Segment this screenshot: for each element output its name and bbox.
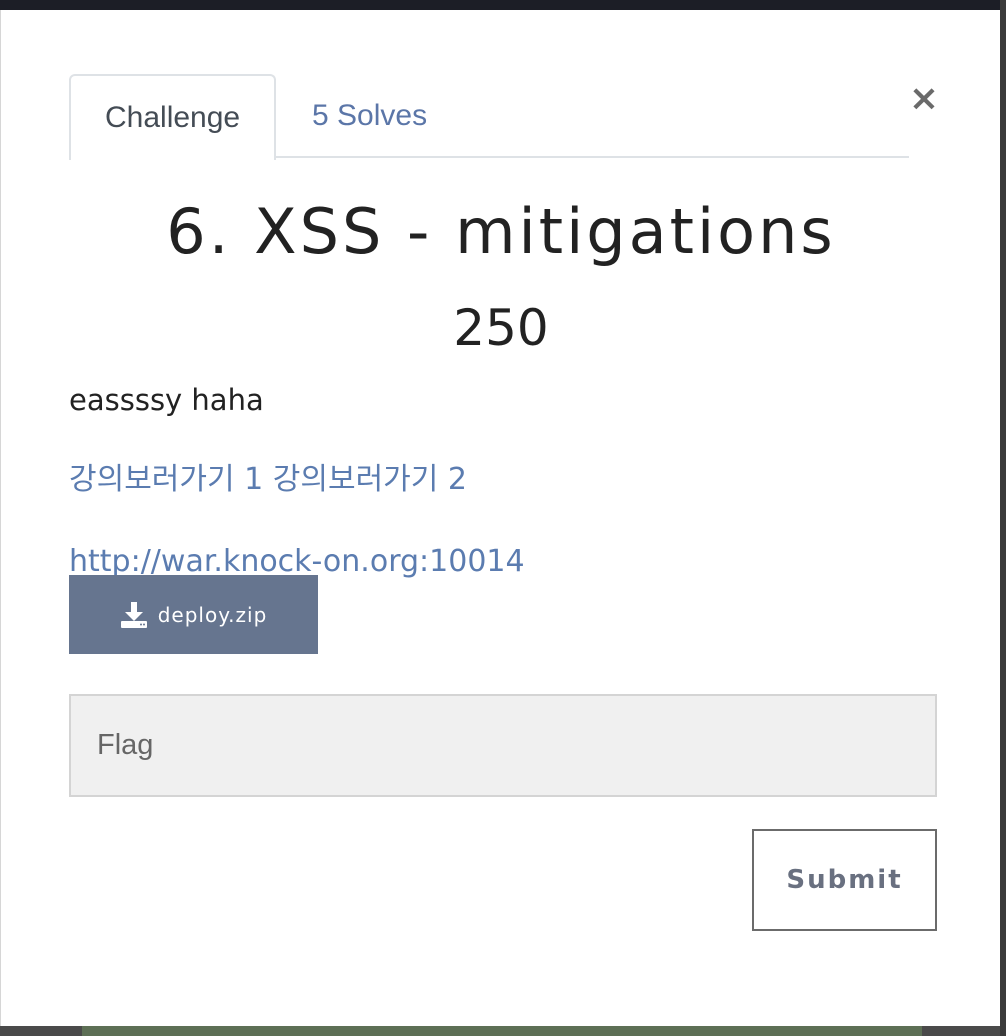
submit-button[interactable]: Submit: [752, 829, 937, 931]
backdrop-scrollbar[interactable]: [1000, 0, 1006, 1036]
download-file-label: deploy.zip: [157, 602, 268, 627]
lecture-link-1[interactable]: 강의보러가기 1: [69, 462, 263, 497]
backdrop-card: [82, 1026, 922, 1036]
tab-challenge[interactable]: Challenge: [69, 74, 277, 160]
challenge-title: 6. XSS - mitigations: [166, 195, 836, 268]
download-file-button[interactable]: deploy.zip: [69, 575, 318, 654]
lecture-link-2[interactable]: 강의보러가기 2: [273, 462, 467, 497]
flag-input[interactable]: [69, 694, 937, 797]
lecture-links: 강의보러가기 1 강의보러가기 2: [69, 458, 467, 502]
challenge-modal: Challenge 5 Solves × 6. XSS - mitigation…: [0, 10, 1000, 1026]
download-icon: [120, 601, 147, 628]
tab-solves[interactable]: 5 Solves: [277, 74, 427, 158]
challenge-points: 250: [453, 299, 549, 357]
backdrop-topbar: [0, 0, 1006, 10]
modal-tabs: Challenge 5 Solves: [69, 74, 909, 160]
challenge-description: eassssy haha: [69, 383, 264, 417]
close-icon[interactable]: ×: [907, 81, 941, 117]
